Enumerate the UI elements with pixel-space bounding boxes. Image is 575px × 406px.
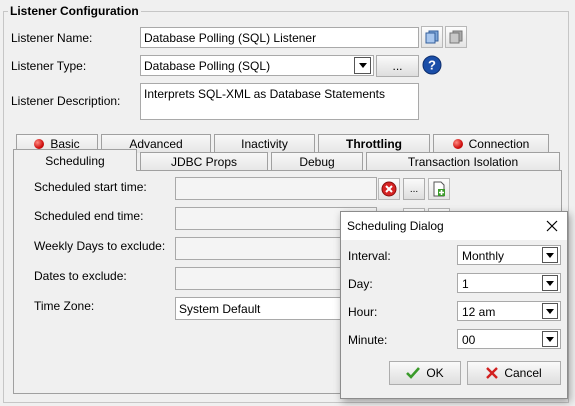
tab-label: Transaction Isolation [407,155,519,169]
interval-value: Monthly [462,249,505,263]
tab-transaction-isolation[interactable]: Transaction Isolation [366,152,560,171]
tab-label: Connection [468,137,530,151]
time-zone-label: Time Zone: [34,299,95,313]
tab-throttling[interactable]: Throttling [318,134,430,153]
svg-text:?: ? [428,58,436,73]
interval-select[interactable]: Monthly [457,245,561,265]
cancel-button[interactable]: Cancel [467,361,561,385]
day-select[interactable]: 1 [457,273,561,293]
minute-select[interactable]: 00 [457,329,561,349]
error-indicator-icon [452,139,463,149]
tab-label: Inactivity [241,137,288,151]
listener-description-field[interactable]: Interprets SQL-XML as Database Statement… [140,83,419,120]
tab-label: Debug [299,155,335,169]
cancel-x-icon [486,367,499,379]
minute-label: Minute: [348,333,388,347]
scheduled-start-label: Scheduled start time: [34,180,147,194]
ok-label: OK [426,366,444,380]
scheduling-dialog: Scheduling Dialog Interval: Monthly Day:… [340,211,568,399]
dates-exclude-label: Dates to exclude: [34,269,127,283]
tab-label: Scheduling [45,153,105,168]
browse-start-button[interactable]: ... [403,178,425,200]
listener-description-label: Listener Description: [11,94,121,108]
copy-icon [425,30,439,44]
cancel-label: Cancel [504,366,542,380]
hour-value: 12 am [462,305,496,319]
interval-label: Interval: [348,249,391,263]
day-dropdown-button[interactable] [542,275,558,291]
tab-jdbc-props[interactable]: JDBC Props [140,152,268,171]
hour-select[interactable]: 12 am [457,301,561,321]
scheduled-end-label: Scheduled end time: [34,209,144,223]
tab-scheduling[interactable]: Scheduling [13,149,137,171]
tab-label: Advanced [129,137,183,151]
day-value: 1 [462,277,469,291]
paste-icon [449,30,463,44]
error-indicator-icon [34,139,45,149]
clear-start-button[interactable] [378,178,400,200]
help-button[interactable]: ? [422,55,442,78]
paste-button[interactable] [445,26,467,48]
group-title: Listener Configuration [8,4,141,18]
tab-inactivity[interactable]: Inactivity [214,134,315,153]
tab-label: Throttling [346,137,402,151]
dialog-title: Scheduling Dialog [347,219,444,233]
dialog-close-button[interactable] [542,216,562,236]
tab-debug[interactable]: Debug [271,152,363,171]
weekly-days-label: Weekly Days to exclude: [34,239,166,253]
listener-name-field[interactable]: Database Polling (SQL) Listener [140,27,419,48]
ok-button[interactable]: OK [389,361,461,385]
listener-type-dropdown-button[interactable] [354,57,371,74]
add-start-button[interactable] [428,178,450,200]
listener-type-label: Listener Type: [11,59,87,73]
close-icon [546,220,558,232]
listener-type-value: Database Polling (SQL) [144,59,271,73]
hour-dropdown-button[interactable] [542,303,558,319]
copy-button[interactable] [421,26,443,48]
add-document-icon [433,181,445,197]
help-icon: ? [422,55,442,75]
minute-dropdown-button[interactable] [542,331,558,347]
tab-label: JDBC Props [170,155,238,169]
checkmark-icon [406,367,421,379]
minute-value: 00 [462,333,476,347]
hour-label: Hour: [348,305,378,319]
listener-type-select[interactable]: Database Polling (SQL) [140,55,374,76]
interval-dropdown-button[interactable] [542,247,558,263]
clear-icon [381,181,397,197]
tab-connection[interactable]: Connection [433,134,549,153]
scheduled-start-field[interactable] [175,177,377,200]
day-label: Day: [348,277,373,291]
listener-name-label: Listener Name: [11,31,93,45]
listener-type-browse-button[interactable]: ... [376,55,419,77]
